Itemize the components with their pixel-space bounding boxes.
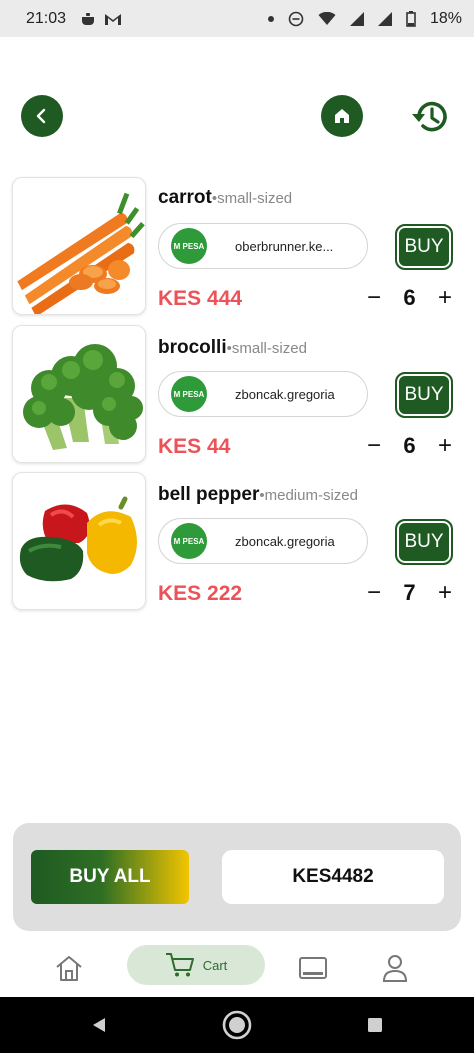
cart-item: carrot•small-sized M PESA oberbrunner.ke…: [12, 177, 462, 315]
product-title: brocolli•small-sized: [158, 337, 307, 359]
bell-pepper-image: [12, 472, 146, 610]
quantity-stepper: − 6 +: [362, 431, 457, 461]
cart-icon: [165, 953, 194, 977]
home-button[interactable]: [321, 95, 363, 137]
circle-home-icon: [222, 1010, 252, 1040]
cart-item: bell pepper•medium-sized M PESA zboncak.…: [12, 472, 462, 610]
payment-account-selector[interactable]: M PESA oberbrunner.ke...: [158, 223, 368, 269]
history-icon: [412, 101, 447, 132]
system-navigation-bar: [0, 997, 474, 1053]
cart-total: KES4482: [222, 850, 444, 904]
back-button[interactable]: [21, 95, 63, 137]
status-bar: 21:03 18%: [0, 0, 474, 37]
quantity-stepper: − 6 +: [362, 283, 457, 313]
buy-button[interactable]: BUY: [395, 224, 453, 270]
bottom-navigation: Cart: [0, 940, 474, 996]
notification-dot-icon: [267, 15, 274, 22]
nav-profile[interactable]: [374, 946, 416, 990]
payment-account: zboncak.gregoria: [235, 533, 335, 549]
product-title: carrot•small-sized: [158, 187, 292, 209]
tv-icon: [299, 957, 327, 979]
battery-icon: [406, 10, 416, 27]
nav-media[interactable]: [292, 946, 334, 990]
product-price: KES 44: [158, 435, 231, 458]
signal-icon: [349, 11, 364, 26]
product-name: carrot: [158, 187, 212, 208]
top-navigation: [0, 95, 474, 139]
decrease-quantity-button[interactable]: −: [362, 431, 386, 461]
broccoli-image: [12, 325, 146, 463]
buy-button[interactable]: BUY: [395, 519, 453, 565]
square-recents-icon: [368, 1018, 382, 1032]
nav-cart[interactable]: Cart: [127, 945, 265, 985]
chevron-left-icon: [36, 108, 46, 124]
quantity-value: 7: [403, 580, 416, 605]
product-name: bell pepper: [158, 484, 260, 505]
product-price: KES 444: [158, 287, 243, 310]
system-home-button[interactable]: [219, 997, 255, 1053]
person-icon: [382, 955, 408, 982]
checkout-summary: BUY ALL KES4482: [13, 823, 461, 931]
product-title: bell pepper•medium-sized: [158, 484, 358, 506]
increase-quantity-button[interactable]: +: [433, 283, 457, 313]
payment-account-selector[interactable]: M PESA zboncak.gregoria: [158, 371, 368, 417]
triangle-back-icon: [93, 1018, 105, 1032]
buy-all-button[interactable]: BUY ALL: [31, 850, 189, 904]
payment-account: zboncak.gregoria: [235, 386, 335, 402]
nav-home[interactable]: [48, 946, 90, 990]
cart-item: brocolli•small-sized M PESA zboncak.greg…: [12, 325, 462, 463]
nav-cart-label: Cart: [202, 957, 228, 973]
quantity-value: 6: [403, 285, 416, 310]
quantity-stepper: − 7 +: [362, 578, 457, 608]
home-outline-icon: [56, 956, 82, 981]
do-not-disturb-icon: [288, 11, 304, 27]
payment-account: oberbrunner.ke...: [235, 238, 334, 254]
product-size: small-sized: [217, 190, 293, 207]
increase-quantity-button[interactable]: +: [433, 578, 457, 608]
mpesa-logo: M PESA: [171, 523, 207, 559]
buy-button[interactable]: BUY: [395, 372, 453, 418]
increase-quantity-button[interactable]: +: [433, 431, 457, 461]
product-size: medium-sized: [264, 487, 358, 504]
mpesa-logo: M PESA: [171, 376, 207, 412]
product-size: small-sized: [231, 340, 307, 357]
system-recents-button[interactable]: [362, 997, 388, 1053]
quantity-value: 6: [403, 433, 416, 458]
status-time: 21:03: [26, 9, 67, 27]
carrot-image: [12, 177, 146, 315]
decrease-quantity-button[interactable]: −: [362, 578, 386, 608]
product-name: brocolli: [158, 337, 227, 358]
system-back-button[interactable]: [84, 997, 114, 1053]
cooking-pot-icon: [80, 12, 96, 26]
signal-2-icon: [377, 11, 392, 26]
product-price: KES 222: [158, 582, 243, 605]
payment-account-selector[interactable]: M PESA zboncak.gregoria: [158, 518, 368, 564]
decrease-quantity-button[interactable]: −: [362, 283, 386, 313]
home-icon: [335, 109, 349, 123]
order-history-button[interactable]: [408, 95, 452, 139]
wifi-icon: [318, 11, 336, 26]
battery-percent: 18%: [429, 9, 462, 27]
gmail-icon: [104, 12, 122, 26]
mpesa-logo: M PESA: [171, 228, 207, 264]
